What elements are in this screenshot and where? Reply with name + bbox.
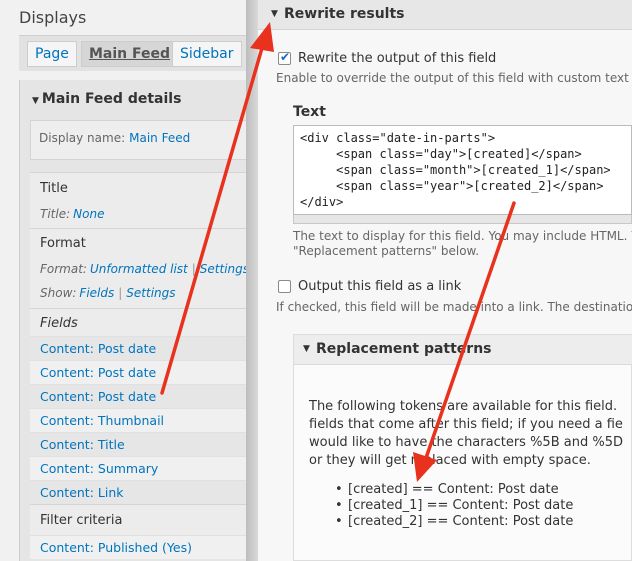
replacement-help-line: or they will get replaced with empty spa… (309, 453, 591, 468)
title-section: Title Title: None (30, 172, 252, 228)
token-item: [created_2] == Content: Post date (335, 514, 573, 529)
field-row: Content: Summary (30, 456, 252, 480)
field-config-panel: ▼ Rewrite results Rewrite the output of … (258, 0, 632, 561)
replacement-patterns-header[interactable]: ▼ Replacement patterns (294, 335, 632, 365)
main-feed-details: ▼ Main Feed details Display name: Main Fee… (19, 80, 252, 561)
filter-heading: Filter criteria (40, 513, 123, 528)
code-line: <span class="year">[created_2]</span> (300, 179, 604, 193)
details-title: Main Feed details (41, 91, 182, 107)
display-tabs: Page Main Feed Sidebar (19, 35, 251, 71)
rewrite-results-title: Rewrite results (284, 6, 405, 22)
format-meta: Format: Unformatted list | Settings (40, 262, 249, 276)
show-fields-link[interactable]: Fields (79, 286, 114, 300)
filter-link[interactable]: Content: Published (Yes) (40, 540, 192, 555)
filter-row: Content: Published (Yes) (30, 535, 252, 559)
code-line: <div class="date-in-parts"> (300, 131, 496, 145)
format-section: Format Format: Unformatted list | Settings … (30, 228, 252, 308)
show-meta: Show: Fields | Settings (40, 286, 176, 300)
displays-heading: Displays (19, 8, 87, 27)
tab-sidebar[interactable]: Sidebar (172, 41, 242, 67)
fields-section: Fields (30, 308, 252, 338)
tab-main-feed[interactable]: Main Feed (81, 41, 179, 67)
field-link[interactable]: Content: Post date (40, 341, 156, 356)
display-name-row: Display name: Main Feed (30, 120, 252, 160)
field-link[interactable]: Content: Link (40, 485, 124, 500)
title-section-heading: Title (40, 181, 68, 196)
replacement-patterns-box: ▼ Replacement patterns The following tok… (293, 334, 632, 561)
token-item: [created] == Content: Post date (335, 482, 559, 497)
details-header[interactable]: ▼ Main Feed details (32, 91, 181, 107)
panel-divider (246, 0, 258, 561)
show-settings-link[interactable]: Settings (126, 286, 175, 300)
text-description-1: The text to display for this field. You … (293, 229, 632, 243)
displays-panel: Displays Page Main Feed Sidebar ▼ Main Fe… (0, 0, 252, 561)
display-name-label: Display name: (39, 131, 126, 145)
replacement-patterns-title: Replacement patterns (316, 341, 492, 357)
format-style-link[interactable]: Unformatted list (90, 262, 188, 276)
fields-heading: Fields (40, 316, 78, 331)
triangle-down-icon: ▼ (32, 96, 39, 106)
format-meta-label: Format: (40, 262, 87, 276)
rewrite-output-label: Rewrite the output of this field (298, 51, 497, 66)
display-name-link[interactable]: Main Feed (129, 131, 190, 145)
field-row: Content: Title (30, 432, 252, 456)
tab-page[interactable]: Page (27, 41, 77, 67)
triangle-down-icon: ▼ (271, 9, 278, 19)
field-row: Content: Post date (30, 360, 252, 384)
field-link[interactable]: Content: Summary (40, 461, 158, 476)
replacement-help-line: fields that come after this field; if yo… (309, 417, 623, 432)
separator: | (118, 286, 123, 300)
field-link[interactable]: Content: Thumbnail (40, 413, 164, 428)
separator: | (191, 262, 196, 276)
field-row: Content: Post date (30, 336, 252, 360)
output-as-link-description: If checked, this field will be made into… (276, 300, 632, 314)
format-section-heading: Format (40, 236, 86, 251)
token-item: [created_1] == Content: Post date (335, 498, 573, 513)
code-line: <span class="month">[created_1]</span> (300, 163, 611, 177)
text-description-2: "Replacement patterns" below. (293, 244, 480, 258)
field-link[interactable]: Content: Title (40, 437, 125, 452)
replacement-help-line: The following tokens are available for t… (309, 399, 618, 414)
field-row: Content: Link (30, 480, 252, 504)
textarea-resize-grip[interactable] (293, 215, 632, 224)
rewrite-text-area[interactable]: <div class="date-in-parts"> <span class=… (293, 125, 632, 215)
output-as-link-label: Output this field as a link (298, 279, 462, 294)
code-line: </div> (300, 195, 344, 209)
output-as-link-checkbox[interactable] (278, 280, 291, 293)
title-meta-label: Title: (40, 207, 71, 221)
text-label: Text (293, 104, 326, 120)
rewrite-description: Enable to override the output of this fi… (276, 71, 632, 85)
show-meta-label: Show: (40, 286, 77, 300)
title-none-link[interactable]: None (73, 207, 104, 221)
field-row: Content: Thumbnail (30, 408, 252, 432)
code-line: <span class="day">[created]</span> (300, 147, 582, 161)
title-meta: Title: None (40, 207, 104, 221)
rewrite-output-checkbox[interactable] (278, 50, 291, 65)
field-link[interactable]: Content: Post date (40, 389, 156, 404)
replacement-help-line: would like to have the characters %5B an… (309, 435, 623, 450)
filter-section: Filter criteria (30, 504, 252, 536)
triangle-down-icon: ▼ (303, 344, 310, 354)
field-row: Content: Post date (30, 384, 252, 408)
field-link[interactable]: Content: Post date (40, 365, 156, 380)
rewrite-results-header[interactable]: ▼ Rewrite results (258, 0, 632, 30)
format-settings-link[interactable]: Settings (200, 262, 249, 276)
